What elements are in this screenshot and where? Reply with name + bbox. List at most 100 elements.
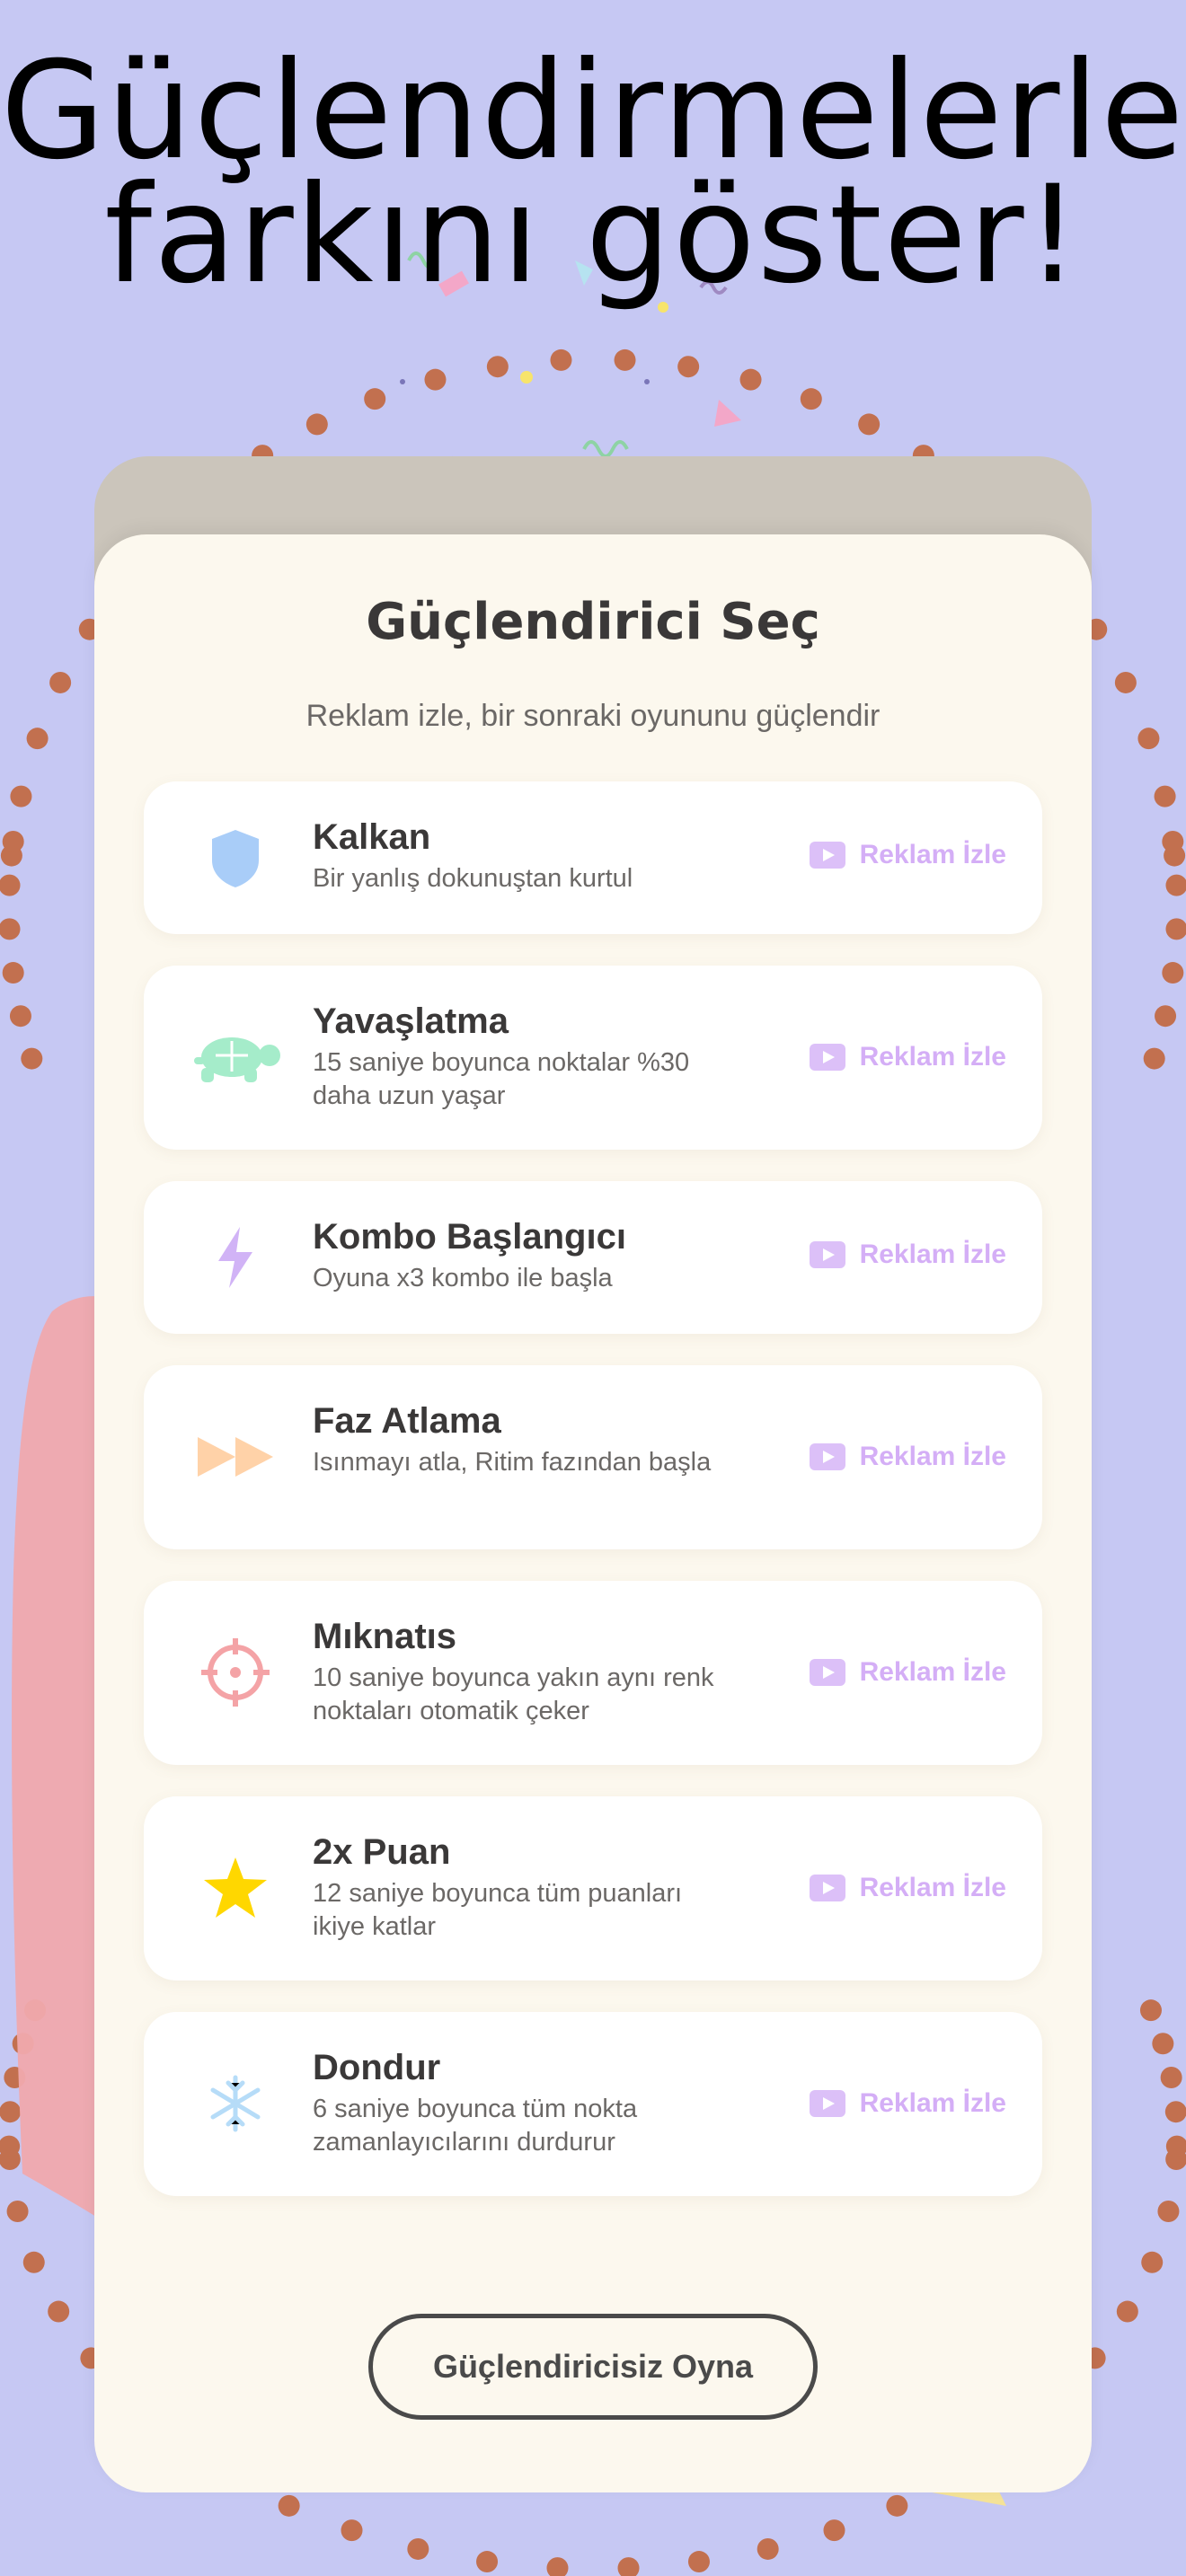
decor-dot <box>21 1047 43 1070</box>
powerup-row-2x-puan[interactable]: 2x Puan 12 saniye boyunca tüm puanları i… <box>144 1796 1042 1981</box>
decor-dot <box>1114 671 1137 693</box>
crosshair-icon <box>181 1619 289 1726</box>
headline-line-2: farkını göster! <box>104 157 1082 313</box>
panel-title: Güçlendirici Seç <box>366 593 820 651</box>
watch-ad-button[interactable]: Reklam İzle <box>809 1042 1006 1072</box>
decor-dot <box>1165 874 1186 896</box>
decor-dot <box>1162 830 1184 852</box>
watch-ad-label: Reklam İzle <box>859 1239 1006 1269</box>
powerup-row-kalkan[interactable]: Kalkan Bir yanlış dokunuştan kurtul Rekl… <box>144 781 1042 934</box>
lightning-icon <box>181 1204 289 1311</box>
decor-dot <box>800 388 822 410</box>
decor-dot <box>886 2494 908 2517</box>
decor-dot <box>1116 2300 1138 2323</box>
decor-dot <box>278 2494 300 2517</box>
decor-dot <box>757 2537 779 2560</box>
powerup-desc: Isınmayı atla, Ritim fazından başla <box>313 1448 712 1477</box>
watch-ad-label: Reklam İzle <box>859 1442 1006 1471</box>
decor-dot <box>1157 2200 1180 2222</box>
decor-dot <box>0 874 21 896</box>
watch-ad-button[interactable]: Reklam İzle <box>809 1657 1006 1688</box>
watch-ad-button[interactable]: Reklam İzle <box>809 2088 1006 2119</box>
decor-dot <box>1164 2101 1186 2123</box>
decor-dot <box>687 2551 710 2573</box>
play-icon <box>809 1241 845 1268</box>
watch-ad-button[interactable]: Reklam İzle <box>809 1442 1006 1472</box>
decor-dot <box>407 2537 429 2560</box>
watch-ad-button[interactable]: Reklam İzle <box>809 1873 1006 1903</box>
powerup-name: Yavaşlatma <box>313 1001 509 1041</box>
watch-ad-label: Reklam İzle <box>859 2088 1006 2118</box>
turtle-icon <box>181 1003 289 1111</box>
decor-dot <box>48 2300 70 2323</box>
powerup-name: Dondur <box>313 2048 441 2087</box>
watch-ad-button[interactable]: Reklam İzle <box>809 1239 1006 1270</box>
powerup-desc: 6 saniye boyunca tüm nokta zamanlayıcıla… <box>313 2095 638 2157</box>
fast-forward-icon <box>181 1403 289 1511</box>
powerup-row-dondur[interactable]: Dondur 6 saniye boyunca tüm nokta zamanl… <box>144 2012 1042 2196</box>
star-icon <box>181 1834 289 1942</box>
powerup-desc: 15 saniye boyunca noktalar %30 daha uzun… <box>313 1048 690 1110</box>
play-icon <box>809 1044 845 1071</box>
shield-icon <box>181 804 289 912</box>
powerup-name: Faz Atlama <box>313 1401 501 1441</box>
decor-dot <box>1152 2033 1174 2055</box>
play-without-powerup-button[interactable]: Güçlendiricisiz Oyna <box>368 2314 818 2420</box>
powerup-desc: 12 saniye boyunca tüm puanları ikiye kat… <box>313 1879 683 1941</box>
decor-dot <box>6 2200 29 2222</box>
play-icon <box>809 842 845 869</box>
panel-subtitle: Reklam izle, bir sonraki oyununu güçlend… <box>305 699 881 733</box>
decor-dot <box>550 348 572 371</box>
powerup-name: Kombo Başlangıcı <box>313 1217 626 1257</box>
decor-dot <box>823 2519 845 2542</box>
decor-dot <box>546 2557 569 2576</box>
decor-dot <box>1160 2067 1182 2089</box>
watch-ad-label: Reklam İzle <box>859 840 1006 869</box>
play-icon <box>809 1443 845 1470</box>
decor-dot <box>617 2557 640 2576</box>
decor-dot <box>364 388 386 410</box>
powerup-row-miknatis[interactable]: Mıknatıs 10 saniye boyunca yakın aynı re… <box>144 1581 1042 1765</box>
snowflake-icon <box>181 2050 289 2157</box>
watch-ad-label: Reklam İzle <box>859 1657 1006 1687</box>
decor-dot <box>10 785 32 807</box>
decor-dot <box>305 413 328 436</box>
powerup-desc: Oyuna x3 kombo ile başla <box>313 1264 613 1292</box>
powerup-name: Kalkan <box>313 817 431 857</box>
watch-ad-button[interactable]: Reklam İzle <box>809 840 1006 870</box>
decor-dot <box>486 356 509 378</box>
play-icon <box>809 1875 845 1901</box>
decor-dot <box>0 2101 22 2123</box>
decor-dot <box>22 2251 45 2273</box>
decor-dot <box>1162 962 1184 984</box>
play-icon <box>809 1659 845 1686</box>
powerup-row-faz-atlama[interactable]: Faz Atlama Isınmayı atla, Ritim fazından… <box>144 1365 1042 1549</box>
decor-dot <box>1143 1047 1165 1070</box>
decor-dot <box>858 413 881 436</box>
decor-dot <box>2 830 24 852</box>
watch-ad-label: Reklam İzle <box>859 1042 1006 1072</box>
decor-dot <box>0 918 21 940</box>
decor-dot <box>476 2551 499 2573</box>
decor-dot <box>1165 918 1186 940</box>
powerup-name: 2x Puan <box>313 1832 451 1872</box>
decor-dot <box>341 2519 363 2542</box>
decor-dot <box>739 368 762 391</box>
watch-ad-label: Reklam İzle <box>859 1873 1006 1902</box>
decor-dot <box>1155 1005 1177 1028</box>
powerup-desc: 10 saniye boyunca yakın aynı renk noktal… <box>313 1663 714 1725</box>
powerup-name: Mıknatıs <box>313 1617 457 1656</box>
decor-dot <box>614 348 636 371</box>
headline: Güçlendirmelerle farkını göster! <box>0 44 1186 303</box>
decor-dot <box>677 356 700 378</box>
decor-dot <box>1139 1999 1162 2022</box>
play-icon <box>809 2090 845 2117</box>
decor-dot <box>1154 785 1176 807</box>
decor-dot <box>424 368 447 391</box>
decor-dot <box>49 671 72 693</box>
powerup-desc: Bir yanlış dokunuştan kurtul <box>313 864 633 893</box>
powerup-row-kombo-baslangici[interactable]: Kombo Başlangıcı Oyuna x3 kombo ile başl… <box>144 1181 1042 1334</box>
powerup-row-yavaslatma[interactable]: Yavaşlatma 15 saniye boyunca noktalar %3… <box>144 966 1042 1150</box>
decor-dot <box>1141 2251 1164 2273</box>
decor-dot <box>9 1005 31 1028</box>
